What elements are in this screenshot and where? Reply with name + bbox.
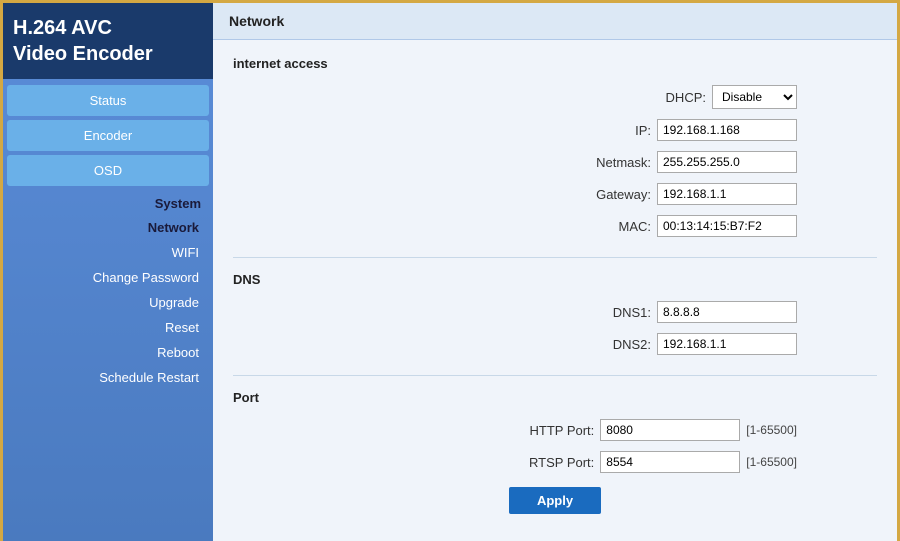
divider-1 — [233, 257, 877, 258]
http-port-row: HTTP Port: [1-65500] — [233, 419, 877, 441]
netmask-label: Netmask: — [596, 155, 651, 170]
ip-input[interactable] — [657, 119, 797, 141]
sidebar-item-network[interactable]: Network — [3, 215, 213, 240]
sidebar-item-reboot[interactable]: Reboot — [3, 340, 213, 365]
gateway-label: Gateway: — [596, 187, 651, 202]
port-title: Port — [233, 390, 877, 405]
gateway-row: Gateway: — [233, 183, 877, 205]
sidebar: H.264 AVC Video Encoder Status Encoder O… — [3, 3, 213, 541]
dhcp-label: DHCP: — [666, 90, 706, 105]
sidebar-item-wifi[interactable]: WIFI — [3, 240, 213, 265]
dhcp-select[interactable]: Disable Enable — [712, 85, 797, 109]
sidebar-nav: Status Encoder OSD System Network WIFI C… — [3, 79, 213, 541]
internet-access-title: internet access — [233, 56, 877, 71]
internet-access-section: internet access DHCP: Disable Enable IP:… — [233, 56, 877, 237]
sidebar-item-encoder[interactable]: Encoder — [7, 120, 209, 151]
main-content: Network internet access DHCP: Disable En… — [213, 3, 897, 541]
rtsp-port-label: RTSP Port: — [529, 455, 594, 470]
http-port-hint: [1-65500] — [746, 423, 797, 437]
sidebar-item-reset[interactable]: Reset — [3, 315, 213, 340]
logo-line2: Video Encoder — [13, 41, 153, 67]
dns2-label: DNS2: — [613, 337, 651, 352]
content-area: internet access DHCP: Disable Enable IP:… — [213, 40, 897, 541]
page-title: Network — [213, 3, 897, 40]
dns1-label: DNS1: — [613, 305, 651, 320]
dhcp-row: DHCP: Disable Enable — [233, 85, 877, 109]
logo-line1: H.264 AVC — [13, 15, 153, 41]
sidebar-item-osd[interactable]: OSD — [7, 155, 209, 186]
netmask-row: Netmask: — [233, 151, 877, 173]
mac-label: MAC: — [619, 219, 652, 234]
rtsp-port-row: RTSP Port: [1-65500] — [233, 451, 877, 473]
sidebar-item-change-password[interactable]: Change Password — [3, 265, 213, 290]
dns1-input[interactable] — [657, 301, 797, 323]
http-port-input[interactable] — [600, 419, 740, 441]
sidebar-item-upgrade[interactable]: Upgrade — [3, 290, 213, 315]
netmask-input[interactable] — [657, 151, 797, 173]
ip-label: IP: — [635, 123, 651, 138]
rtsp-port-input[interactable] — [600, 451, 740, 473]
rtsp-port-hint: [1-65500] — [746, 455, 797, 469]
sidebar-section-system: System — [3, 188, 213, 215]
dns-title: DNS — [233, 272, 877, 287]
app-logo: H.264 AVC Video Encoder — [3, 3, 213, 79]
gateway-input[interactable] — [657, 183, 797, 205]
dns2-input[interactable] — [657, 333, 797, 355]
sidebar-item-status[interactable]: Status — [7, 85, 209, 116]
sidebar-item-schedule-restart[interactable]: Schedule Restart — [3, 365, 213, 390]
apply-row: Apply — [233, 487, 877, 514]
dns2-row: DNS2: — [233, 333, 877, 355]
dns1-row: DNS1: — [233, 301, 877, 323]
port-section: Port HTTP Port: [1-65500] RTSP Port: [1-… — [233, 390, 877, 514]
mac-input[interactable] — [657, 215, 797, 237]
http-port-label: HTTP Port: — [530, 423, 595, 438]
mac-row: MAC: — [233, 215, 877, 237]
divider-2 — [233, 375, 877, 376]
ip-row: IP: — [233, 119, 877, 141]
apply-button[interactable]: Apply — [509, 487, 601, 514]
dns-section: DNS DNS1: DNS2: — [233, 272, 877, 355]
